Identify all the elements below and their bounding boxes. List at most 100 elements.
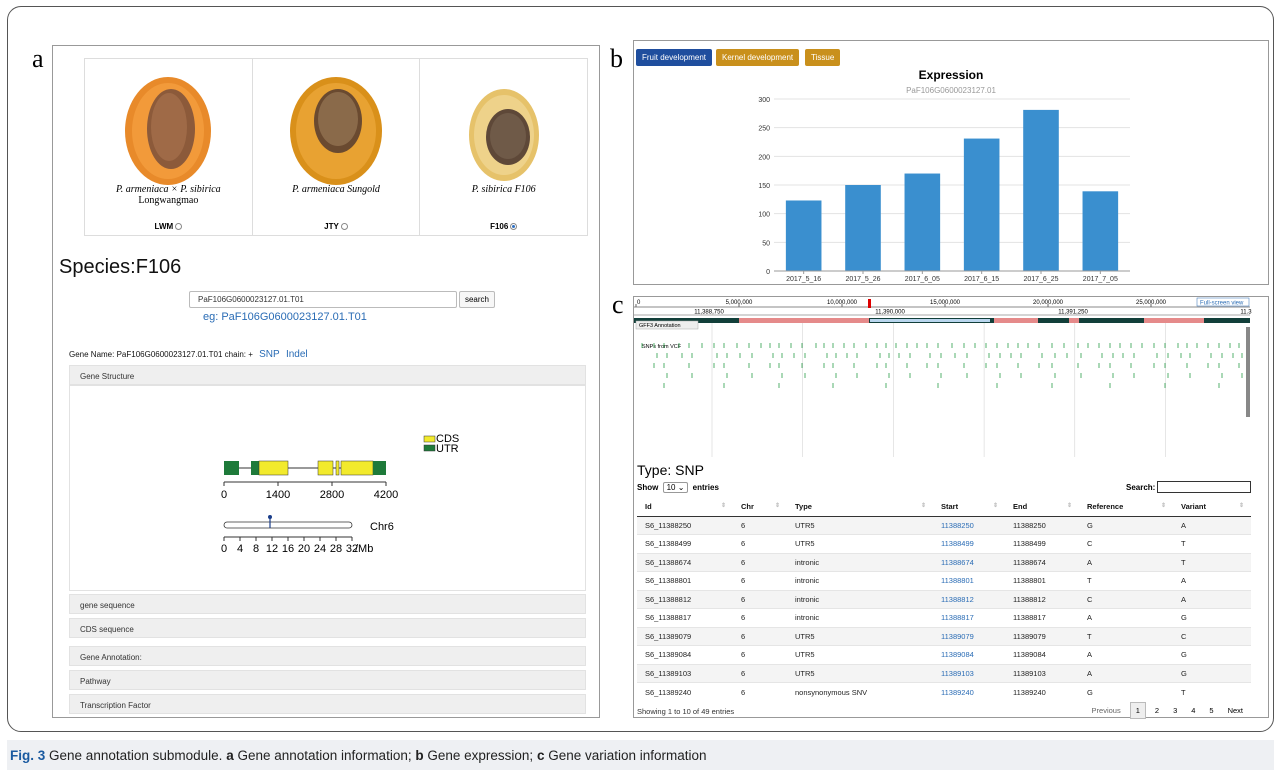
table-row: S6_11389240 6 nonsynonymous SNV 11389240 113… [637, 682, 1251, 701]
expression-bar[interactable] [963, 138, 1000, 271]
previous-button[interactable]: Previous [1087, 703, 1126, 718]
table-row: S6_11388817 6 intronic 11388817 11388817 A G [637, 608, 1251, 627]
sort-icon[interactable]: ⇕ [775, 502, 780, 509]
table-cell: intronic [787, 589, 933, 609]
table-cell: 11388801 [1005, 571, 1079, 590]
gene-annotation-header[interactable]: Gene Annotation: [69, 646, 586, 666]
radio-icon[interactable] [340, 223, 348, 230]
tab-kernel-development[interactable]: Kernel development [716, 49, 800, 66]
page-button[interactable]: 3 [1168, 703, 1182, 718]
panel-c-letter: c [612, 290, 624, 319]
gene-structure-header[interactable]: Gene Structure [69, 365, 586, 385]
table-cell: S6_11389103 [637, 663, 733, 683]
column-header[interactable]: Id ⇕ [637, 497, 733, 517]
species-option-jty[interactable]: P. armeniaca Sungold JTY [253, 59, 421, 235]
start-link[interactable]: 11389103 [933, 663, 1005, 683]
sort-icon[interactable]: ⇕ [1239, 502, 1244, 509]
start-link[interactable]: 11388674 [933, 552, 1005, 572]
column-header[interactable]: Variant ⇕ [1173, 497, 1251, 517]
column-header[interactable]: Type ⇕ [787, 497, 933, 517]
ruler-tick-label: 10,000,000 [827, 300, 858, 306]
example-gene-link[interactable]: eg: PaF106G0600023127.01.T01 [203, 311, 367, 323]
browser-scrollbar[interactable] [1246, 327, 1250, 417]
page-button[interactable]: 2 [1150, 703, 1164, 718]
caption-text: Gene expression; [427, 748, 534, 763]
page-length-select[interactable]: 10 ⌄ [662, 482, 689, 493]
page-length-value: 10 [666, 483, 676, 492]
snp-track-label: SNPs from VCF [642, 344, 682, 350]
chromosome-bar [223, 521, 353, 529]
caption-label-c: c [536, 748, 545, 763]
table-cell: A [1079, 645, 1173, 664]
start-link[interactable]: 11389079 [933, 626, 1005, 646]
expression-bar[interactable] [904, 173, 941, 271]
species-option-f106[interactable]: P. sibirica F106 F106 [420, 59, 587, 235]
x-tick-label: 2017_6_25 [1023, 276, 1058, 283]
start-link[interactable]: 11388812 [933, 589, 1005, 609]
x-tick-label: 2017_6_05 [905, 276, 940, 283]
legend-utr-label: UTR [436, 443, 459, 455]
figure-number: Fig. 3 [10, 748, 46, 763]
species-option-lwm[interactable]: P. armeniaca × P. sibirica Longwangmao L… [85, 59, 253, 235]
start-link[interactable]: 11389084 [933, 645, 1005, 664]
column-header[interactable]: Start ⇕ [933, 497, 1005, 517]
table-cell: 6 [733, 571, 787, 590]
caption-text: Gene variation information [548, 748, 707, 763]
tab-tissue[interactable]: Tissue [805, 49, 841, 66]
expression-bar[interactable] [785, 200, 822, 271]
page-button[interactable]: 4 [1186, 703, 1200, 718]
sort-icon[interactable]: ⇕ [721, 502, 726, 509]
sort-icon[interactable]: ⇕ [921, 502, 926, 509]
column-header[interactable]: Reference ⇕ [1079, 497, 1173, 517]
radio-icon[interactable] [175, 223, 183, 230]
expression-bar[interactable] [1082, 191, 1119, 271]
column-header[interactable]: Chr ⇕ [733, 497, 787, 517]
chromosome-label: Chr6 [370, 521, 394, 533]
caption-text: Gene annotation submodule. [49, 748, 223, 763]
table-header-row: Id ⇕ Chr ⇕ Type ⇕ Start ⇕ End ⇕ Reference ⇕ Variant ⇕ [637, 497, 1251, 517]
search-button[interactable]: search [459, 291, 495, 308]
table-cell: intronic [787, 608, 933, 627]
radio-selected-icon[interactable] [510, 223, 518, 230]
gene-search-input[interactable]: PaF106G0600023127.01.T01 [189, 291, 457, 308]
start-link[interactable]: 11388801 [933, 571, 1005, 590]
lwm-radio[interactable]: LWM [85, 222, 252, 231]
sort-icon[interactable]: ⇕ [1067, 502, 1072, 509]
sort-icon[interactable]: ⇕ [1161, 502, 1166, 509]
f106-radio[interactable]: F106 [420, 222, 587, 231]
table-cell: intronic [787, 552, 933, 572]
pathway-header[interactable]: Pathway [69, 670, 586, 690]
chromosome-axis-tick-label: 4 [237, 543, 243, 555]
f106-caption-line1: P. sibirica F106 [471, 184, 536, 195]
genome-browser: 0 5,000,000 10,000,000 15,000,000 20,000,000… [634, 297, 1252, 457]
caption-label-a: a [226, 748, 234, 763]
column-header[interactable]: End ⇕ [1005, 497, 1079, 517]
gene-sequence-header[interactable]: gene sequence [69, 594, 586, 614]
lwm-caption-line2: Longwangmao [138, 195, 199, 206]
start-link[interactable]: 11388250 [933, 515, 1005, 535]
jty-radio-label: JTY [324, 222, 339, 231]
column-header-label: End [1013, 501, 1028, 511]
cds-sequence-header[interactable]: CDS sequence [69, 618, 586, 638]
snp-link[interactable]: SNP [259, 349, 280, 360]
column-header-label: Chr [741, 501, 754, 511]
table-cell: G [1079, 515, 1173, 535]
sort-icon[interactable]: ⇕ [993, 502, 998, 509]
next-button[interactable]: Next [1223, 703, 1248, 718]
transcription-factor-header[interactable]: Transcription Factor [69, 694, 586, 714]
start-link[interactable]: 11388499 [933, 534, 1005, 553]
table-cell: S6_11388801 [637, 571, 733, 590]
y-tick-label: 250 [758, 126, 770, 133]
table-cell: G [1173, 608, 1251, 627]
gene-position-dot [268, 515, 272, 519]
expression-bar[interactable] [1023, 109, 1059, 271]
tab-fruit-development[interactable]: Fruit development [636, 49, 713, 66]
jty-radio[interactable]: JTY [253, 222, 420, 231]
table-search-input[interactable] [1157, 481, 1251, 493]
start-link[interactable]: 11389240 [933, 682, 1005, 701]
indel-link[interactable]: Indel [286, 349, 308, 360]
page-button[interactable]: 1 [1129, 702, 1146, 719]
expression-bar[interactable] [845, 185, 881, 271]
start-link[interactable]: 11388817 [933, 608, 1005, 627]
page-button[interactable]: 5 [1204, 703, 1218, 718]
